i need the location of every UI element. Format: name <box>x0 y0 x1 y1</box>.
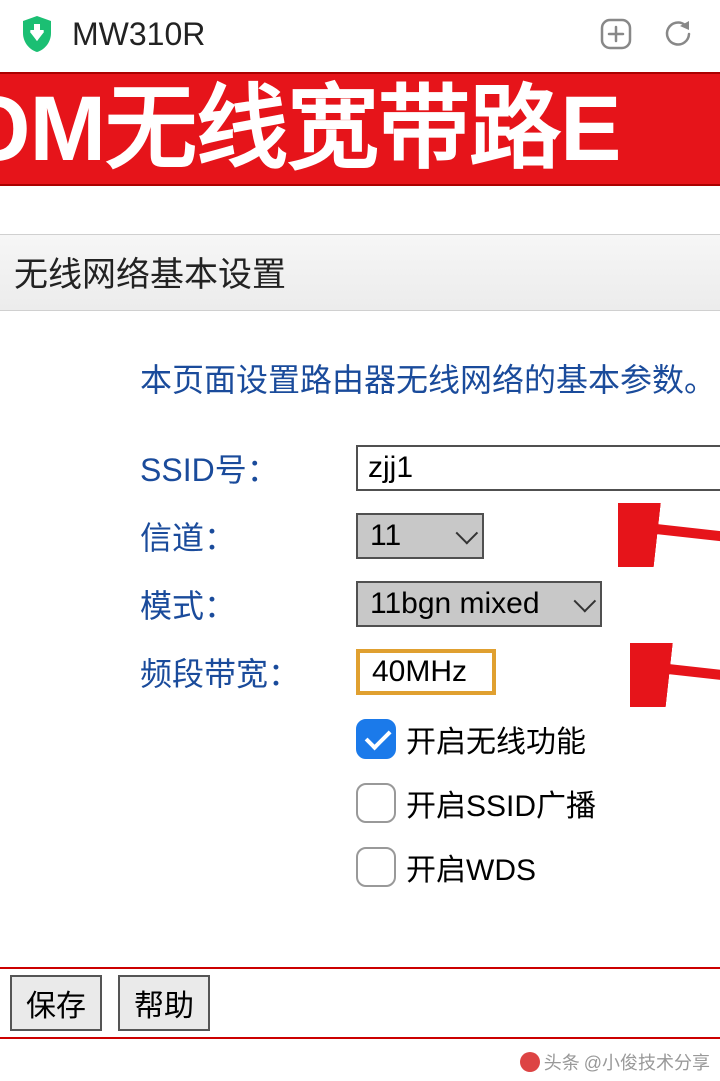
chevron-down-icon <box>456 522 479 545</box>
ssid-row: SSID号： <box>140 445 710 491</box>
bandwidth-row: 频段带宽： 40MHz <box>140 649 710 695</box>
wifi-enable-checkbox[interactable] <box>356 719 396 759</box>
mode-row: 模式： 11bgn mixed <box>140 581 710 627</box>
wifi-enable-label: 开启无线功能 <box>406 717 586 761</box>
browser-bar: MW310R <box>0 0 720 72</box>
channel-row: 信道： 11 <box>140 513 710 559</box>
page-title: MW310R <box>72 16 576 53</box>
shield-icon <box>20 15 54 53</box>
wds-checkbox[interactable] <box>356 847 396 887</box>
refresh-icon[interactable] <box>656 12 700 56</box>
ssid-input[interactable] <box>356 445 720 491</box>
ssid-broadcast-checkbox[interactable] <box>356 783 396 823</box>
save-button[interactable]: 保存 <box>10 975 102 1031</box>
mode-value: 11bgn mixed <box>370 587 540 621</box>
ssid-broadcast-row: 开启SSID广播 <box>356 781 710 825</box>
ssid-label: SSID号： <box>140 445 356 491</box>
mode-select[interactable]: 11bgn mixed <box>356 581 602 627</box>
help-button[interactable]: 帮助 <box>118 975 210 1031</box>
settings-form: 本页面设置路由器无线网络的基本参数。 SSID号： 信道： 11 模式： 11b… <box>0 311 720 929</box>
wifi-enable-row: 开启无线功能 <box>356 717 710 761</box>
bandwidth-select[interactable]: 40MHz <box>356 649 496 695</box>
wds-row: 开启WDS <box>356 845 710 889</box>
chevron-down-icon <box>574 590 597 613</box>
bookmark-add-icon[interactable] <box>594 12 638 56</box>
watermark-text: @小俊技术分享 <box>584 1049 710 1075</box>
channel-value: 11 <box>370 519 401 553</box>
channel-select[interactable]: 11 <box>356 513 484 559</box>
section-header: 无线网络基本设置 <box>0 234 720 311</box>
banner-text: ƆM无线宽带路E <box>0 81 620 178</box>
mode-label: 模式： <box>140 581 356 627</box>
watermark: 头条 @小俊技术分享 <box>520 1049 710 1075</box>
button-bar: 保存 帮助 <box>0 967 720 1039</box>
router-banner: ƆM无线宽带路E <box>0 72 720 186</box>
channel-label: 信道： <box>140 513 356 559</box>
section-description: 本页面设置路由器无线网络的基本参数。 <box>140 355 710 401</box>
watermark-icon <box>520 1052 540 1072</box>
ssid-broadcast-label: 开启SSID广播 <box>406 781 596 825</box>
section-title: 无线网络基本设置 <box>14 256 286 294</box>
bandwidth-label: 频段带宽： <box>140 649 356 695</box>
watermark-prefix: 头条 <box>544 1049 580 1075</box>
wds-label: 开启WDS <box>406 845 536 889</box>
bandwidth-value: 40MHz <box>372 655 467 689</box>
